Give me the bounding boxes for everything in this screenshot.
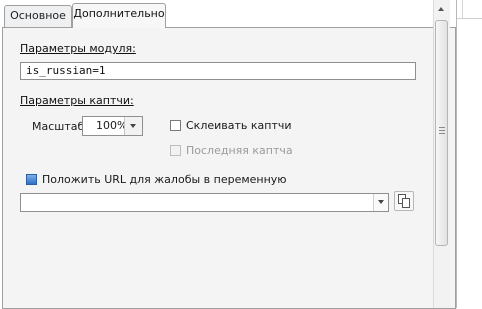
right-pane-column-separator xyxy=(462,0,463,19)
scale-dropdown-button[interactable] xyxy=(124,117,142,135)
grip-icon xyxy=(436,127,448,135)
glue-captcha-checkbox[interactable] xyxy=(170,120,181,131)
copy-icon xyxy=(395,192,413,210)
copy-button[interactable] xyxy=(394,191,414,211)
scroll-thumb[interactable] xyxy=(435,20,448,246)
url-variable-combobox[interactable] xyxy=(20,193,389,212)
arrow-up-icon xyxy=(438,7,444,11)
tab-additional[interactable]: Дополнительно xyxy=(72,3,166,28)
last-captcha-label: Последняя каптча xyxy=(186,144,293,157)
tab-bar: Основное Дополнительно xyxy=(0,0,456,28)
url-variable-dropdown-button[interactable] xyxy=(373,194,388,211)
chevron-down-icon xyxy=(378,200,384,204)
right-pane-divider xyxy=(456,0,457,308)
scale-label: Масштаб xyxy=(32,120,85,133)
tab-basic[interactable]: Основное xyxy=(4,5,72,27)
right-pane-header xyxy=(457,18,482,19)
scale-select[interactable]: 100% xyxy=(82,116,143,136)
last-captcha-checkbox[interactable] xyxy=(170,145,181,156)
module-params-label: Параметры модуля: xyxy=(20,42,136,55)
scroll-up-button[interactable] xyxy=(433,0,450,18)
captcha-params-label: Параметры каптчи: xyxy=(20,94,134,107)
glue-captcha-label: Склеивать каптчи xyxy=(186,119,292,132)
variable-icon xyxy=(26,174,37,185)
settings-window: Основное Дополнительно Параметры модуля:… xyxy=(0,0,482,309)
chevron-down-icon xyxy=(130,124,136,128)
url-complaint-label: Положить URL для жалобы в переменную xyxy=(42,173,287,186)
module-params-input[interactable]: is_russian=1 xyxy=(20,62,416,80)
scale-value: 100% xyxy=(96,119,128,132)
